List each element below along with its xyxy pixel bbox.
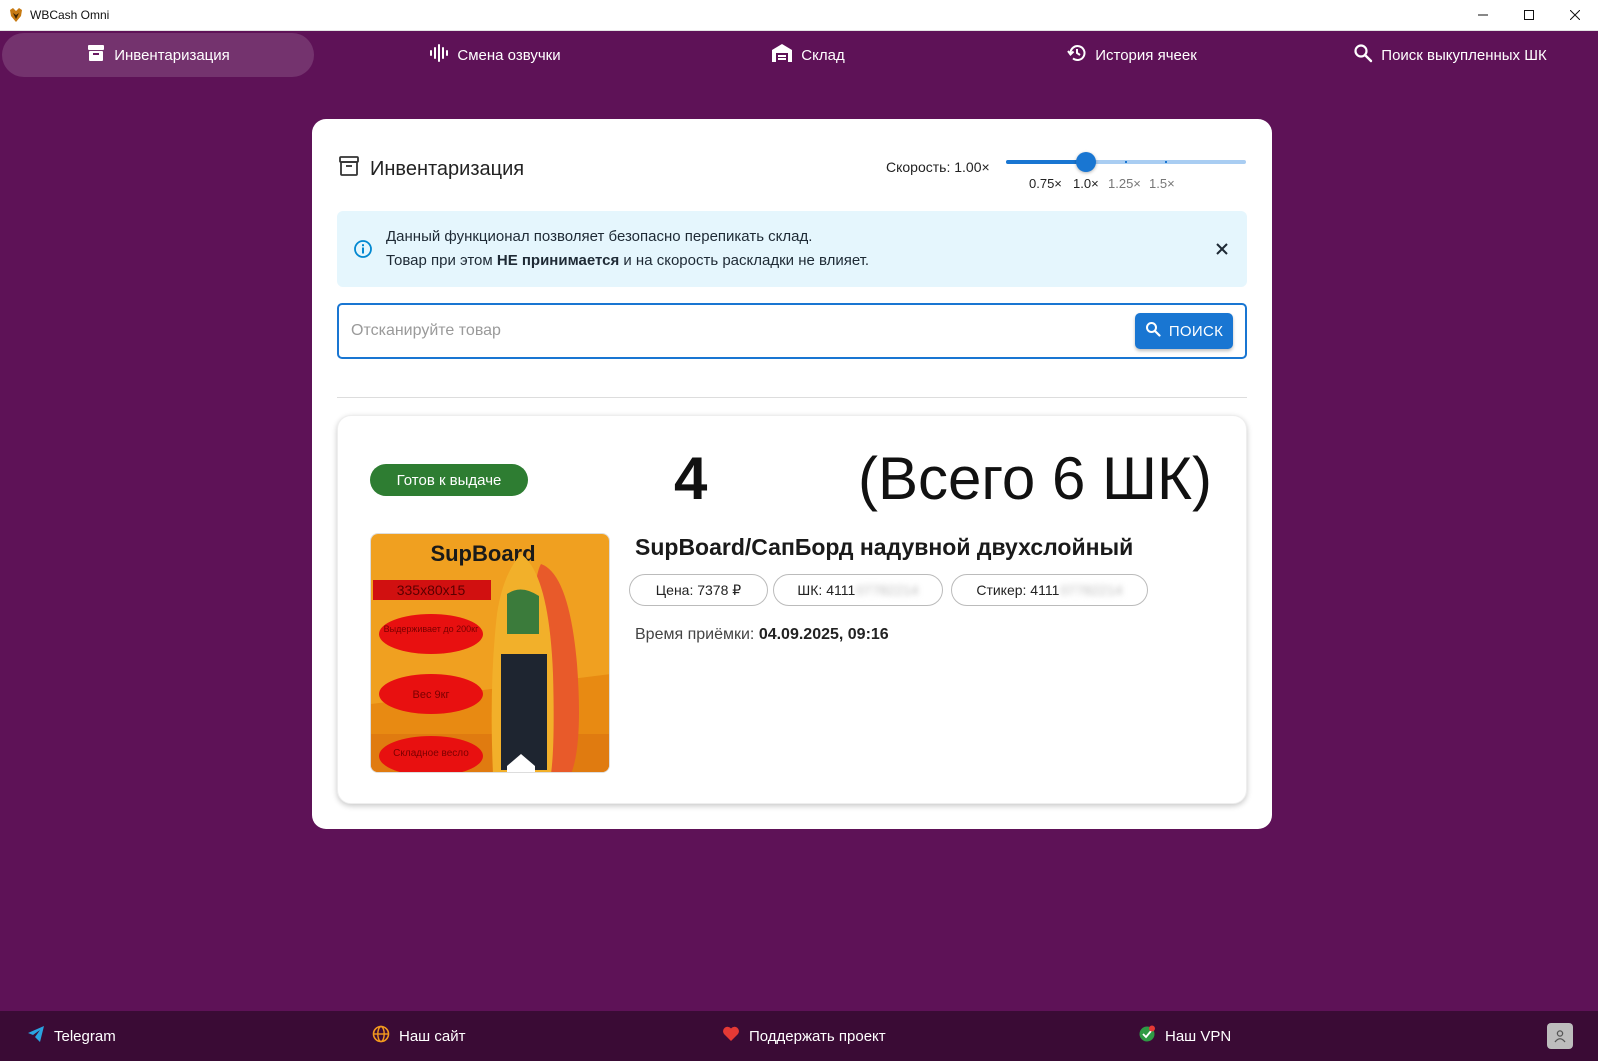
- info-icon: [353, 239, 373, 264]
- heart-icon: [722, 1025, 740, 1047]
- speed-tick[interactable]: 1.0×: [1073, 176, 1099, 191]
- footer-link-vpn[interactable]: Наш VPN: [1138, 1011, 1231, 1061]
- alert-text-prefix: Товар при этом: [386, 252, 497, 269]
- nav-tab-label: Инвентаризация: [114, 46, 230, 64]
- barcode-chip: ШК: 4111 07782214: [773, 574, 943, 606]
- search-button-label: ПОИСК: [1168, 322, 1224, 340]
- card-title: Инвентаризация: [370, 157, 525, 180]
- nav-tab-cell-history[interactable]: История ячеек: [1052, 33, 1212, 77]
- footer-link-label: Telegram: [54, 1027, 116, 1045]
- barcode-hidden: 07782214: [856, 582, 919, 598]
- product-name: SupBoard/СапБорд надувной двухслойный: [635, 534, 1134, 560]
- search-button[interactable]: ПОИСК: [1135, 313, 1233, 349]
- alert-text-line2: Товар при этом НЕ принимается и на скоро…: [386, 252, 869, 269]
- footer-link-label: Наш VPN: [1165, 1027, 1232, 1045]
- search-icon: [1145, 321, 1161, 341]
- nav-tab-inventory[interactable]: Инвентаризация: [2, 33, 314, 77]
- nav-tab-label: Поиск выкупленных ШК: [1381, 46, 1547, 64]
- nav-tab-search-barcodes[interactable]: Поиск выкупленных ШК: [1345, 33, 1555, 77]
- speed-tick[interactable]: 1.25×: [1108, 176, 1141, 191]
- speed-label: Скорость: 1.00×: [886, 159, 990, 175]
- maximize-button[interactable]: [1506, 0, 1552, 30]
- top-navigation: Инвентаризация Смена озвучки Склад Истор…: [0, 31, 1598, 77]
- sticker-hidden: 07782214: [1060, 582, 1123, 598]
- window-titlebar: WBCash Omni: [0, 0, 1598, 31]
- receive-time-value: 04.09.2025, 09:16: [758, 626, 889, 643]
- nav-tab-label: Смена озвучки: [457, 46, 561, 64]
- card-header: Инвентаризация: [338, 155, 524, 183]
- app-logo-icon: [8, 7, 24, 23]
- product-image-badge: Вес 9кг: [413, 689, 450, 701]
- user-avatar-icon[interactable]: [1547, 1023, 1573, 1049]
- minimize-button[interactable]: [1460, 0, 1506, 30]
- history-icon: [1067, 43, 1087, 67]
- receive-time-label: Время приёмки:: [635, 626, 759, 643]
- speed-tick[interactable]: 1.5×: [1149, 176, 1175, 191]
- speed-tick[interactable]: 0.75×: [1029, 176, 1062, 191]
- slider-mark: [1045, 161, 1047, 163]
- alert-text-suffix: и на скорость раскладки не влияет.: [619, 252, 870, 269]
- scan-result-card: Готов к выдаче 4 (Всего 6 ШК) SupBoard 3…: [337, 415, 1247, 804]
- telegram-icon: [27, 1025, 45, 1047]
- globe-icon: [372, 1025, 390, 1047]
- product-image-badge: Выдерживает до 200кг: [384, 624, 480, 634]
- alert-text-bold: НЕ принимается: [496, 252, 620, 269]
- footer-link-label: Поддержать проект: [749, 1027, 886, 1045]
- barcode-label: ШК: 4111: [797, 582, 856, 598]
- sticker-chip: Стикер: 4111 07782214: [951, 574, 1148, 606]
- cell-number: 4: [674, 445, 708, 512]
- price-chip: Цена: 7378 ₽: [629, 574, 768, 606]
- footer-bar: Telegram Наш сайт Поддержать проект Наш …: [0, 1011, 1598, 1061]
- nav-tab-label: Склад: [801, 46, 845, 64]
- footer-link-telegram[interactable]: Telegram: [27, 1011, 116, 1061]
- vpn-icon: [1138, 1025, 1156, 1047]
- close-alert-icon[interactable]: [1213, 240, 1231, 258]
- search-icon: [1353, 43, 1373, 67]
- slider-mark: [1125, 161, 1127, 163]
- product-image: SupBoard 335x80x15 Выдерживает до 200кг …: [370, 533, 610, 773]
- receive-time: Время приёмки: 04.09.2025, 09:16: [635, 626, 889, 644]
- archive-icon: [338, 155, 360, 183]
- scan-search-box: ПОИСК: [337, 303, 1247, 359]
- product-image-size: 335x80x15: [397, 582, 466, 598]
- product-image-badge: Складное весло: [393, 748, 469, 759]
- nav-tab-label: История ячеек: [1095, 46, 1197, 64]
- slider-thumb[interactable]: [1076, 152, 1096, 172]
- nav-tab-voice[interactable]: Смена озвучки: [405, 33, 585, 77]
- price-label: Цена: 7378 ₽: [655, 581, 742, 598]
- footer-link-donate[interactable]: Поддержать проект: [722, 1011, 886, 1061]
- footer-link-website[interactable]: Наш сайт: [372, 1011, 465, 1061]
- inventory-card: Инвентаризация Скорость: 1.00× 0.75× 1.0…: [312, 119, 1272, 829]
- archive-icon: [86, 43, 106, 67]
- divider: [337, 397, 1247, 398]
- total-barcodes: (Всего 6 ШК): [858, 445, 1212, 512]
- info-alert: Данный функционал позволяет безопасно пе…: [337, 211, 1247, 287]
- footer-link-label: Наш сайт: [399, 1027, 466, 1045]
- slider-mark: [1165, 161, 1167, 163]
- nav-tab-warehouse[interactable]: Склад: [758, 33, 858, 77]
- waveform-icon: [429, 43, 449, 67]
- alert-text-line1: Данный функционал позволяет безопасно пе…: [386, 228, 813, 245]
- close-window-button[interactable]: [1552, 0, 1598, 30]
- scan-input[interactable]: [351, 313, 1131, 349]
- warehouse-icon: [771, 43, 793, 67]
- speed-slider[interactable]: [1006, 152, 1246, 172]
- sticker-label: Стикер: 4111: [976, 582, 1060, 598]
- window-title: WBCash Omni: [30, 8, 110, 22]
- status-badge: Готов к выдаче: [370, 464, 528, 496]
